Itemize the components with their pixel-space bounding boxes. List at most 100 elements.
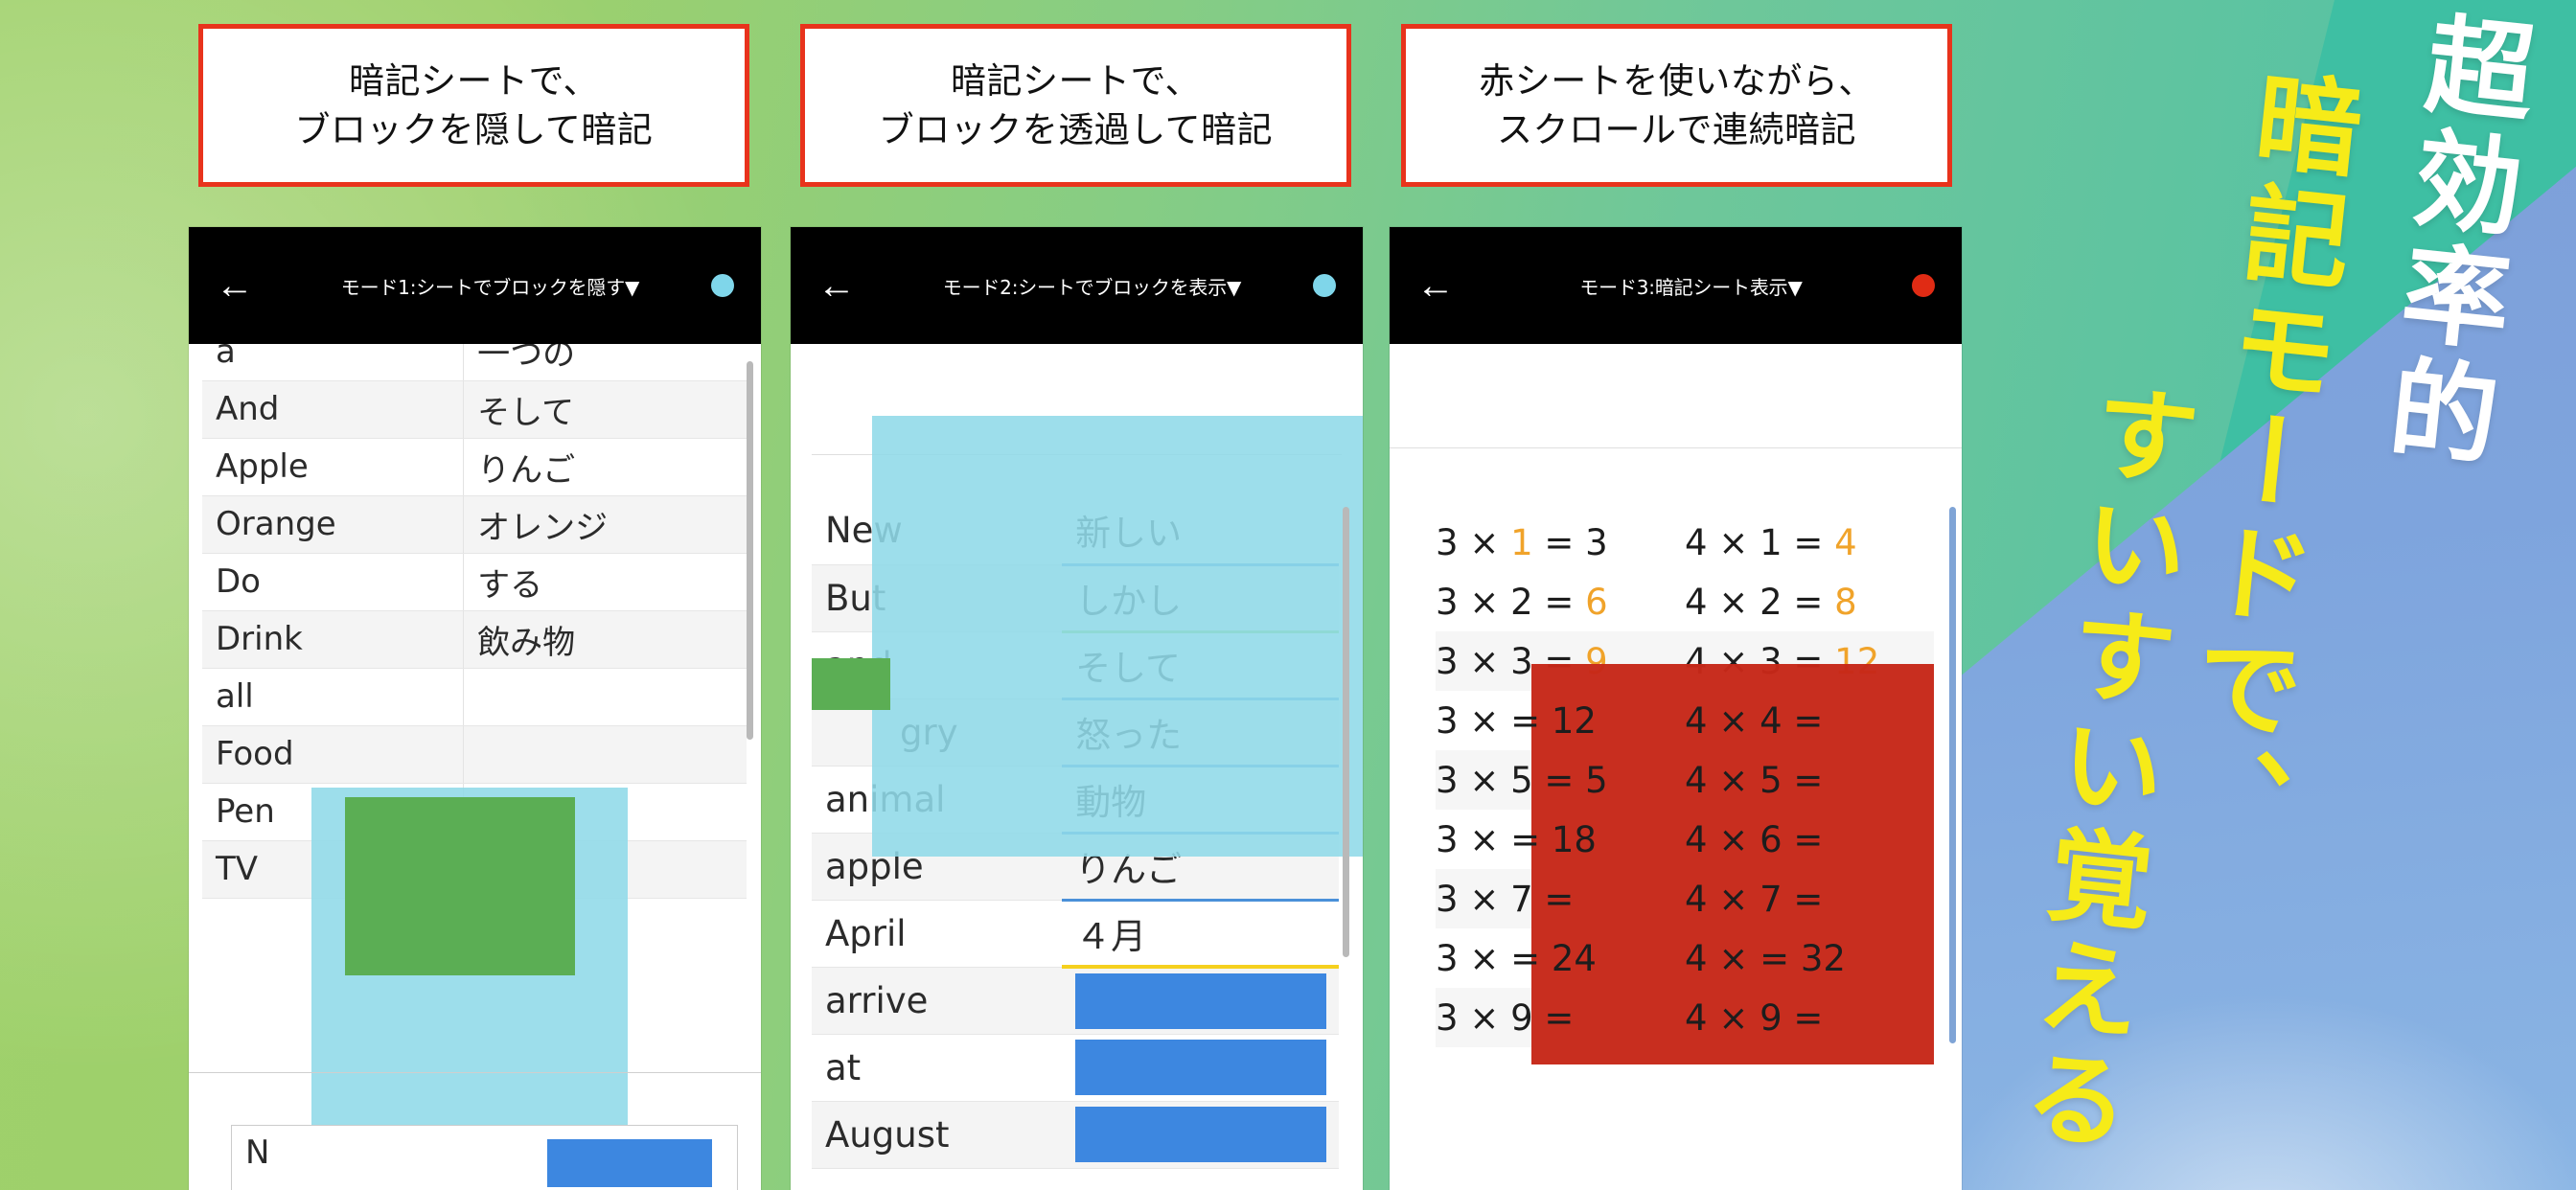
word-japanese: 新しい (1062, 497, 1339, 566)
back-arrow-icon[interactable]: ← (817, 266, 871, 305)
word-japanese: そして (463, 380, 747, 439)
table-row[interactable]: a 一つの (202, 344, 747, 381)
caption-line-1: 暗記シートで、 (950, 59, 1202, 102)
equation-left: 3 × 7 = (1436, 869, 1685, 928)
caption-box-mode2: 暗記シートで、 ブロックを透過して暗記 (800, 24, 1351, 187)
vertical-scrollbar-mode1[interactable] (747, 361, 753, 740)
word-english: apple (812, 833, 1063, 901)
table-row[interactable]: April ４月 (812, 900, 1339, 969)
app-bar-title-mode3[interactable]: モード3:暗記シート表示▼ (1470, 272, 1912, 300)
equation-left: 3 × = 18 (1436, 818, 1597, 860)
sheet-color-dot-icon[interactable] (1912, 274, 1935, 297)
equation-right: 4 × = 32 (1685, 937, 1846, 979)
section-divider (189, 1072, 761, 1073)
word-japanese (1062, 967, 1339, 1035)
table-row[interactable]: apple りんご (812, 833, 1339, 902)
section-divider (812, 454, 1342, 455)
app-bar-title-mode2[interactable]: モード2:シートでブロックを表示▼ (871, 272, 1313, 300)
word-japanese (463, 668, 747, 726)
bottom-word-card: N (231, 1125, 738, 1190)
sheet-color-dot-icon[interactable] (1313, 274, 1336, 297)
equation-right: 4 × 7 = (1685, 869, 1934, 928)
section-divider (1390, 447, 1962, 448)
answer-block-blue (1075, 1107, 1327, 1162)
table-row: 3 × 3 = 94 × 3 = 12 (1436, 631, 1934, 691)
table-row: 3 × 2 = 6 4 × 2 = 8 (1436, 572, 1934, 631)
equation-right: 4 × 1 = 4 (1685, 521, 1857, 563)
table-row[interactable]: Orange オレンジ (202, 495, 747, 554)
table-row: 3 × = 12 4 × 4 = (1436, 691, 1934, 750)
word-japanese: オレンジ (463, 495, 747, 554)
hidden-answer-block-green (345, 797, 575, 975)
word-english: Do (202, 553, 465, 611)
equation-left: 3 × 5 = 5 (1436, 750, 1685, 810)
equation-left: 3 × 9 = (1436, 988, 1685, 1047)
word-japanese: する (463, 553, 747, 611)
equation-left: 3 × = 24 (1436, 937, 1597, 979)
word-japanese: そして (1062, 631, 1339, 700)
table-row: 3 × 7 = 4 × 7 = (1436, 869, 1934, 928)
word-japanese (1062, 1034, 1339, 1102)
equation-left: 3 × 1 = 3 (1436, 521, 1608, 563)
word-english: April (812, 900, 1063, 968)
table-row[interactable]: all (202, 668, 747, 726)
back-arrow-icon[interactable]: ← (1416, 266, 1470, 305)
app-bar-title-mode1[interactable]: モード1:シートでブロックを隠す▼ (269, 272, 711, 300)
screen-body-mode1: a 一つの And そして Apple りんご Orange オレンジ Do する Drink 飲み物… (189, 344, 761, 1190)
word-table-mode2: New新しいButしかしandそしてgry怒ったanimal動物appleりんご… (812, 497, 1339, 1169)
caption-line-2: ブロックを透過して暗記 (878, 109, 1274, 150)
caption-line-1: 赤シートを使いながら、 (1479, 59, 1874, 102)
table-row: 3 × 5 = 54 × 5 = (1436, 750, 1934, 810)
answer-block-blue (1075, 973, 1327, 1029)
screen-body-mode3: 3 × 1 = 34 × 1 = 43 × 2 = 64 × 2 = 83 × … (1390, 344, 1962, 1190)
caption-line-2: ブロックを隠して暗記 (294, 109, 654, 150)
word-english: August (812, 1101, 1063, 1169)
equation-left: 3 × 2 = 6 (1436, 581, 1608, 623)
equation-right: 4 × 6 = (1685, 818, 1824, 860)
caption-box-mode3: 赤シートを使いながら、 スクロールで連続暗記 (1401, 24, 1952, 187)
word-english: Food (202, 725, 465, 784)
caption-line-2: スクロールで連続暗記 (1497, 109, 1856, 150)
vertical-scrollbar-mode2[interactable] (1343, 507, 1349, 957)
word-japanese: 怒った (1062, 698, 1339, 767)
background-blue-glow (1886, 960, 2576, 1190)
caption-box-mode1: 暗記シートで、 ブロックを隠して暗記 (198, 24, 749, 187)
app-bar-mode3: ← モード3:暗記シート表示▼ (1390, 227, 1962, 344)
table-row[interactable]: andそして (812, 631, 1339, 700)
table-row[interactable]: New 新しい (812, 497, 1339, 566)
table-row[interactable]: But しかし (812, 564, 1339, 633)
back-arrow-icon[interactable]: ← (216, 266, 269, 305)
table-row[interactable]: Do する (202, 553, 747, 611)
word-english: Orange (202, 495, 465, 554)
bottom-card-answer-block (547, 1139, 712, 1187)
vertical-scrollbar-mode3[interactable] (1949, 507, 1956, 1043)
word-english: arrive (812, 967, 1063, 1035)
table-row[interactable]: gry 怒った (812, 698, 1339, 767)
equation-right: 4 × 3 = 12 (1685, 631, 1934, 691)
table-row[interactable]: at (812, 1034, 1339, 1102)
table-row[interactable]: arrive (812, 967, 1339, 1035)
word-japanese: りんご (463, 438, 747, 496)
phone-screenshot-mode3: ← モード3:暗記シート表示▼ 3 × 1 = 3 4 × 1 = 4 3 × 2 … (1390, 227, 1962, 1190)
table-row[interactable]: animal 動物 (812, 766, 1339, 835)
equation-left: 3 × = 12 (1436, 699, 1597, 742)
word-english: at (812, 1034, 1063, 1102)
table-row: 3 × 9 = 4 × 9 = (1436, 988, 1934, 1047)
word-japanese: りんご (1062, 833, 1339, 902)
word-japanese: 一つの (463, 344, 747, 381)
equation-right: 4 × 4 = (1685, 699, 1824, 742)
table-row[interactable]: Food (202, 725, 747, 784)
table-row[interactable]: Apple りんご (202, 438, 747, 496)
sheet-color-dot-icon[interactable] (711, 274, 734, 297)
word-english: Drink (202, 610, 465, 669)
word-japanese (463, 725, 747, 784)
masked-word-block-green (812, 658, 890, 710)
equation-right: 4 × 2 = 8 (1685, 581, 1857, 623)
table-row: 3 × 1 = 3 4 × 1 = 4 (1436, 513, 1934, 572)
word-japanese: 飲み物 (463, 610, 747, 669)
table-row[interactable]: Drink 飲み物 (202, 610, 747, 669)
word-japanese: しかし (1062, 564, 1339, 633)
table-row[interactable]: And そして (202, 380, 747, 439)
table-row[interactable]: August (812, 1101, 1339, 1169)
word-japanese: 動物 (1062, 766, 1339, 835)
